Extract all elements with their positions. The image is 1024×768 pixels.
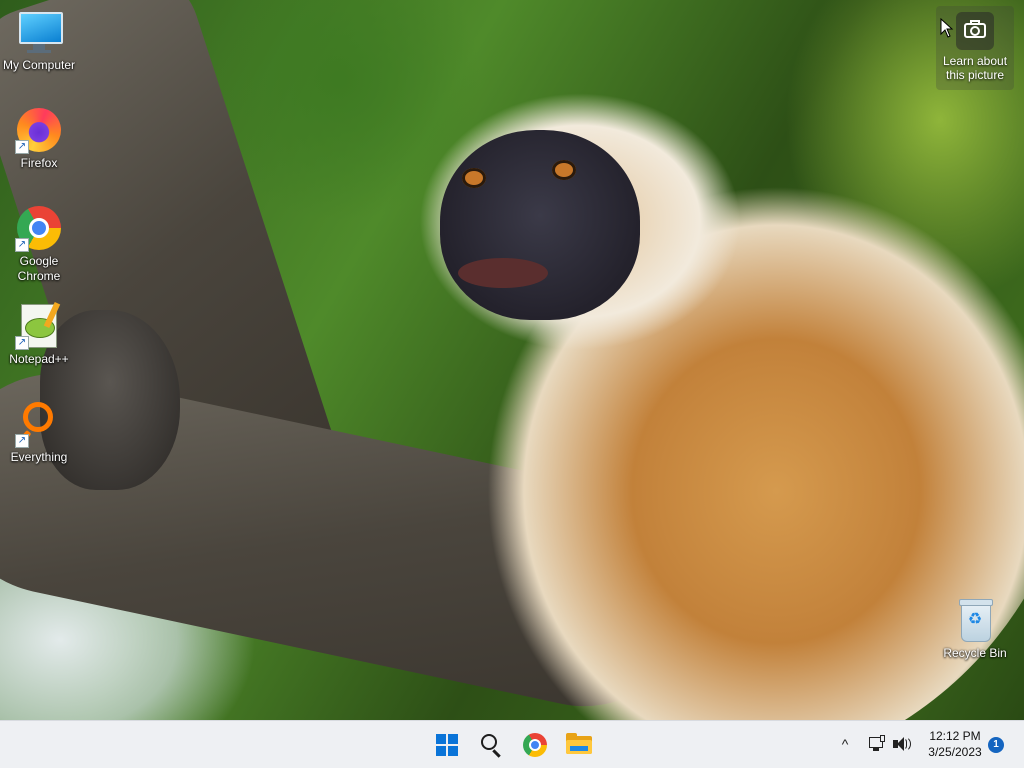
notification-badge[interactable]: 1 (988, 737, 1004, 753)
chrome-icon: ↗ (15, 204, 63, 252)
desktop-icon-label: My Computer (2, 58, 76, 72)
recycle-bin-icon: ♻ (951, 596, 999, 644)
desktop-icon-label: Firefox (20, 156, 58, 170)
monkey-eye-right (552, 160, 576, 180)
computer-icon (15, 8, 63, 56)
desktop-wallpaper (0, 0, 1024, 720)
start-button[interactable] (429, 727, 465, 763)
monkey-mouth (458, 258, 548, 288)
network-icon[interactable] (866, 733, 888, 755)
desktop-icon-notepadpp[interactable]: ↗ Notepad++ (1, 301, 77, 367)
clock[interactable]: 12:12 PM 3/25/2023 (918, 728, 992, 760)
windows-start-icon (436, 734, 458, 756)
desktop-icon-recycle-bin[interactable]: ♻ Recycle Bin (937, 596, 1013, 661)
desktop-icon-label: Recycle Bin (943, 646, 1007, 660)
monkey-eye-left (462, 168, 486, 188)
desktop-icon-google-chrome[interactable]: ↗ Google Chrome (1, 204, 77, 284)
search-button[interactable] (473, 727, 509, 763)
desktop-icon-firefox[interactable]: ↗ Firefox (1, 106, 77, 171)
everything-icon: ↗ (15, 400, 63, 448)
volume-icon[interactable] (890, 733, 912, 755)
taskbar-chrome-button[interactable] (517, 727, 553, 763)
desktop-icon-label: Notepad++ (9, 352, 69, 366)
chevron-up-icon: ^ (841, 736, 849, 752)
notepadpp-icon: ↗ (15, 301, 63, 350)
shortcut-arrow-icon: ↗ (15, 238, 29, 252)
desktop-icon-everything[interactable]: ↗ Everything (1, 400, 77, 465)
taskbar: ^ 12:12 PM 3/25/2023 1 (0, 720, 1024, 768)
firefox-icon: ↗ (15, 106, 63, 154)
show-hidden-icons-button[interactable]: ^ (834, 733, 856, 755)
clock-date: 3/25/2023 (928, 745, 982, 759)
clock-time: 12:12 PM (929, 729, 981, 743)
chrome-icon (523, 733, 547, 757)
shortcut-arrow-icon: ↗ (15, 140, 29, 154)
shortcut-arrow-icon: ↗ (15, 336, 29, 350)
monkey-face (440, 130, 640, 320)
desktop-icon-my-computer[interactable]: My Computer (1, 8, 77, 73)
shortcut-arrow-icon: ↗ (15, 434, 29, 448)
learn-about-picture-label: Learn about this picture (942, 54, 1008, 82)
desktop-icon-label: Google Chrome (17, 254, 61, 283)
desktop-icon-label: Everything (10, 450, 68, 464)
taskbar-file-explorer-button[interactable] (561, 727, 597, 763)
camera-icon (956, 12, 994, 50)
